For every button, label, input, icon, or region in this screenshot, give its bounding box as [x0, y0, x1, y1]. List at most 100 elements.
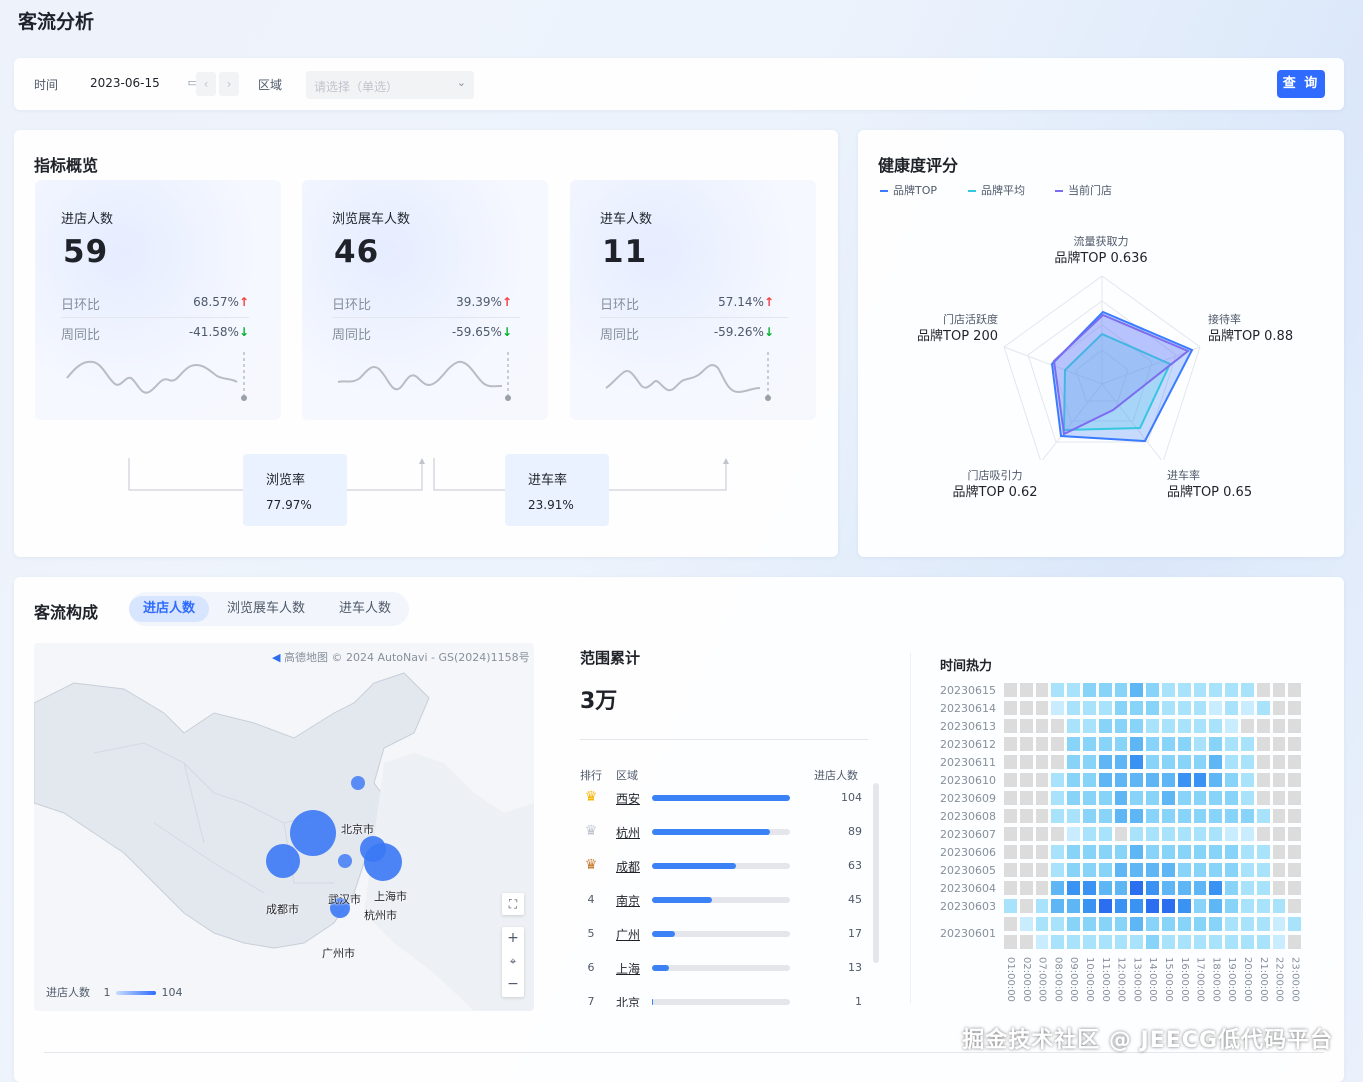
- heat-cell[interactable]: [1051, 899, 1065, 913]
- heat-cell[interactable]: [1130, 809, 1144, 823]
- heat-cell[interactable]: [1146, 863, 1159, 877]
- heat-cell[interactable]: [1209, 701, 1223, 715]
- heat-cell[interactable]: [1177, 827, 1191, 841]
- heat-cell[interactable]: [1067, 827, 1080, 841]
- heat-cell[interactable]: [1130, 863, 1144, 877]
- heat-cell[interactable]: [1193, 863, 1207, 877]
- heat-cell[interactable]: [1241, 701, 1254, 715]
- heat-cell[interactable]: [1130, 917, 1144, 931]
- heat-cell[interactable]: [1177, 701, 1191, 715]
- heat-cell[interactable]: [1035, 845, 1049, 859]
- heat-cell[interactable]: [1004, 863, 1017, 877]
- heat-cell[interactable]: [1067, 737, 1080, 751]
- heat-cell[interactable]: [1004, 809, 1017, 823]
- heat-cell[interactable]: [1067, 899, 1080, 913]
- heat-cell[interactable]: [1051, 827, 1065, 841]
- heat-cell[interactable]: [1225, 827, 1238, 841]
- heat-cell[interactable]: [1256, 917, 1270, 931]
- heat-cell[interactable]: [1067, 791, 1080, 805]
- heat-cell[interactable]: [1035, 899, 1049, 913]
- heat-cell[interactable]: [1130, 899, 1144, 913]
- heat-cell[interactable]: [1019, 845, 1033, 859]
- heat-cell[interactable]: [1272, 881, 1286, 895]
- region-link[interactable]: 上海: [616, 960, 640, 977]
- heat-cell[interactable]: [1241, 863, 1254, 877]
- heat-cell[interactable]: [1114, 683, 1128, 697]
- heat-cell[interactable]: [1146, 683, 1159, 697]
- heat-cell[interactable]: [1162, 755, 1175, 769]
- region-link[interactable]: 成都: [616, 858, 640, 875]
- heat-cell[interactable]: [1209, 917, 1223, 931]
- heat-cell[interactable]: [1225, 917, 1238, 931]
- heat-cell[interactable]: [1083, 935, 1096, 949]
- heat-cell[interactable]: [1051, 755, 1065, 769]
- heat-cell[interactable]: [1272, 701, 1286, 715]
- heat-cell[interactable]: [1004, 845, 1017, 859]
- heat-cell[interactable]: [1272, 791, 1286, 805]
- heat-cell[interactable]: [1272, 755, 1286, 769]
- heat-cell[interactable]: [1177, 791, 1191, 805]
- heat-cell[interactable]: [1272, 719, 1286, 733]
- heat-cell[interactable]: [1019, 935, 1033, 949]
- heat-cell[interactable]: [1193, 845, 1207, 859]
- heat-cell[interactable]: [1193, 719, 1207, 733]
- heat-cell[interactable]: [1051, 737, 1065, 751]
- heat-cell[interactable]: [1019, 827, 1033, 841]
- heat-cell[interactable]: [1098, 719, 1112, 733]
- heat-cell[interactable]: [1051, 773, 1065, 787]
- heat-cell[interactable]: [1288, 755, 1302, 769]
- heat-cell[interactable]: [1256, 737, 1270, 751]
- heat-cell[interactable]: [1177, 719, 1191, 733]
- heat-cell[interactable]: [1098, 881, 1112, 895]
- heat-cell[interactable]: [1288, 881, 1302, 895]
- heat-cell[interactable]: [1019, 755, 1033, 769]
- heat-cell[interactable]: [1067, 719, 1080, 733]
- heat-cell[interactable]: [1177, 863, 1191, 877]
- heat-cell[interactable]: [1035, 719, 1049, 733]
- heat-cell[interactable]: [1177, 683, 1191, 697]
- heat-cell[interactable]: [1051, 917, 1065, 931]
- heat-cell[interactable]: [1098, 863, 1112, 877]
- heat-cell[interactable]: [1035, 683, 1049, 697]
- heat-cell[interactable]: [1146, 917, 1159, 931]
- heat-cell[interactable]: [1256, 935, 1270, 949]
- heat-cell[interactable]: [1019, 809, 1033, 823]
- heat-cell[interactable]: [1288, 737, 1302, 751]
- heat-cell[interactable]: [1241, 809, 1254, 823]
- region-link[interactable]: 杭州: [616, 824, 640, 841]
- heat-cell[interactable]: [1241, 917, 1254, 931]
- heat-cell[interactable]: [1035, 809, 1049, 823]
- heat-cell[interactable]: [1098, 791, 1112, 805]
- heat-cell[interactable]: [1193, 791, 1207, 805]
- heat-cell[interactable]: [1083, 917, 1096, 931]
- heat-cell[interactable]: [1035, 791, 1049, 805]
- heat-cell[interactable]: [1193, 899, 1207, 913]
- heat-cell[interactable]: [1193, 917, 1207, 931]
- heat-cell[interactable]: [1083, 683, 1096, 697]
- heat-cell[interactable]: [1162, 863, 1175, 877]
- heat-cell[interactable]: [1256, 791, 1270, 805]
- heat-cell[interactable]: [1146, 719, 1159, 733]
- heat-cell[interactable]: [1209, 719, 1223, 733]
- heat-cell[interactable]: [1035, 737, 1049, 751]
- heat-cell[interactable]: [1130, 845, 1144, 859]
- heat-cell[interactable]: [1209, 683, 1223, 697]
- heat-cell[interactable]: [1019, 917, 1033, 931]
- heat-cell[interactable]: [1114, 881, 1128, 895]
- heat-cell[interactable]: [1225, 881, 1238, 895]
- heat-cell[interactable]: [1177, 917, 1191, 931]
- heat-cell[interactable]: [1004, 827, 1017, 841]
- heat-cell[interactable]: [1193, 683, 1207, 697]
- heat-cell[interactable]: [1225, 791, 1238, 805]
- heat-cell[interactable]: [1098, 845, 1112, 859]
- heat-cell[interactable]: [1004, 881, 1017, 895]
- heat-cell[interactable]: [1019, 881, 1033, 895]
- heat-cell[interactable]: [1177, 773, 1191, 787]
- heat-cell[interactable]: [1114, 899, 1128, 913]
- heat-cell[interactable]: [1098, 683, 1112, 697]
- heat-cell[interactable]: [1209, 827, 1223, 841]
- heat-cell[interactable]: [1019, 773, 1033, 787]
- heat-cell[interactable]: [1098, 827, 1112, 841]
- heat-cell[interactable]: [1098, 755, 1112, 769]
- heat-cell[interactable]: [1241, 791, 1254, 805]
